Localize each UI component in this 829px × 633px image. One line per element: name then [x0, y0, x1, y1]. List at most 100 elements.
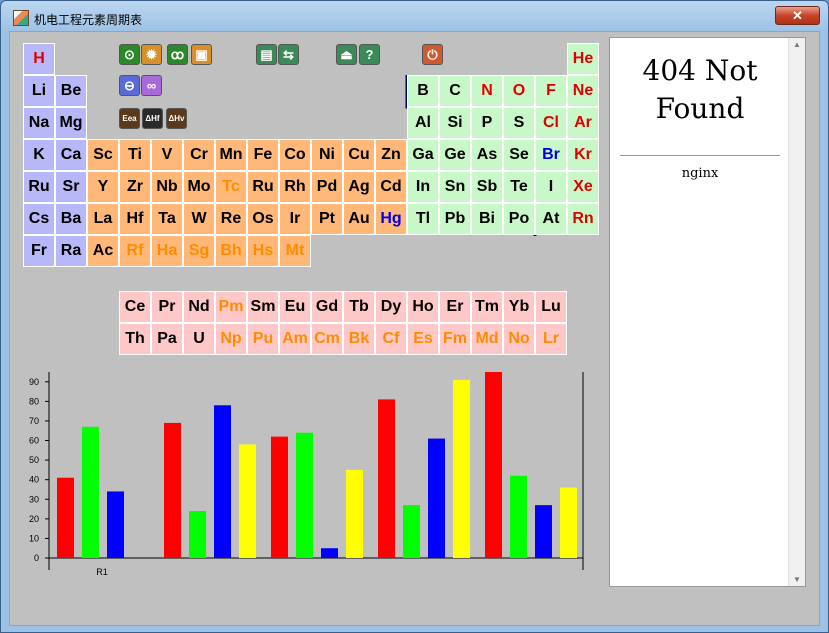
element-er[interactable]: Er: [439, 291, 471, 323]
element-la[interactable]: La: [87, 203, 119, 235]
element-te[interactable]: Te: [503, 171, 535, 203]
element-gd[interactable]: Gd: [311, 291, 343, 323]
element-o[interactable]: O: [503, 75, 535, 107]
element-xe[interactable]: Xe: [567, 171, 599, 203]
element-ce[interactable]: Ce: [119, 291, 151, 323]
scroll-down-arrow[interactable]: ▼: [789, 575, 805, 584]
element-ho[interactable]: Ho: [407, 291, 439, 323]
element-i[interactable]: I: [535, 171, 567, 203]
element-w[interactable]: W: [183, 203, 215, 235]
element-n[interactable]: N: [471, 75, 503, 107]
element-y[interactable]: Y: [87, 171, 119, 203]
element-fm[interactable]: Fm: [439, 323, 471, 355]
element-ne[interactable]: Ne: [567, 75, 599, 107]
element-b[interactable]: B: [407, 75, 439, 107]
delta-hf-icon[interactable]: ΔHf: [142, 108, 163, 129]
element-sm[interactable]: Sm: [247, 291, 279, 323]
scroll-up-arrow[interactable]: ▲: [789, 40, 805, 49]
element-yb[interactable]: Yb: [503, 291, 535, 323]
element-eu[interactable]: Eu: [279, 291, 311, 323]
chain-icon[interactable]: ∞: [141, 75, 162, 96]
eea-icon[interactable]: Eea: [119, 108, 140, 129]
element-ni[interactable]: Ni: [311, 139, 343, 171]
element-bi[interactable]: Bi: [471, 203, 503, 235]
chart-icon[interactable]: ▤: [256, 44, 277, 65]
element-os[interactable]: Os: [247, 203, 279, 235]
element-pb[interactable]: Pb: [439, 203, 471, 235]
element-f[interactable]: F: [535, 75, 567, 107]
element-bh[interactable]: Bh: [215, 235, 247, 267]
element-zr[interactable]: Zr: [119, 171, 151, 203]
element-th[interactable]: Th: [119, 323, 151, 355]
element-tl[interactable]: Tl: [407, 203, 439, 235]
element-at[interactable]: At: [535, 203, 567, 235]
element-ac[interactable]: Ac: [87, 235, 119, 267]
element-hg[interactable]: Hg: [375, 203, 407, 235]
element-cd[interactable]: Cd: [375, 171, 407, 203]
element-be[interactable]: Be: [55, 75, 87, 107]
element-ar[interactable]: Ar: [567, 107, 599, 139]
element-ha[interactable]: Ha: [151, 235, 183, 267]
element-c[interactable]: C: [439, 75, 471, 107]
element-ca[interactable]: Ca: [55, 139, 87, 171]
element-ta[interactable]: Ta: [151, 203, 183, 235]
element-ga[interactable]: Ga: [407, 139, 439, 171]
element-dy[interactable]: Dy: [375, 291, 407, 323]
element-ba[interactable]: Ba: [55, 203, 87, 235]
element-k[interactable]: K: [23, 139, 55, 171]
element-cm[interactable]: Cm: [311, 323, 343, 355]
element-fr[interactable]: Fr: [23, 235, 55, 267]
element-ru[interactable]: Ru: [23, 171, 55, 203]
element-tc[interactable]: Tc: [215, 171, 247, 203]
element-co[interactable]: Co: [279, 139, 311, 171]
element-p[interactable]: P: [471, 107, 503, 139]
element-sn[interactable]: Sn: [439, 171, 471, 203]
element-pd[interactable]: Pd: [311, 171, 343, 203]
element-ag[interactable]: Ag: [343, 171, 375, 203]
element-mg[interactable]: Mg: [55, 107, 87, 139]
element-cr[interactable]: Cr: [183, 139, 215, 171]
element-ru[interactable]: Ru: [247, 171, 279, 203]
element-mo[interactable]: Mo: [183, 171, 215, 203]
element-ra[interactable]: Ra: [55, 235, 87, 267]
element-ti[interactable]: Ti: [119, 139, 151, 171]
element-md[interactable]: Md: [471, 323, 503, 355]
element-fe[interactable]: Fe: [247, 139, 279, 171]
help-icon[interactable]: ?: [359, 44, 380, 65]
element-u[interactable]: U: [183, 323, 215, 355]
element-sc[interactable]: Sc: [87, 139, 119, 171]
element-rn[interactable]: Rn: [567, 203, 599, 235]
element-al[interactable]: Al: [407, 107, 439, 139]
element-am[interactable]: Am: [279, 323, 311, 355]
element-hf[interactable]: Hf: [119, 203, 151, 235]
title-bar[interactable]: 机电工程元素周期表 ✕: [1, 1, 828, 31]
element-pr[interactable]: Pr: [151, 291, 183, 323]
element-sg[interactable]: Sg: [183, 235, 215, 267]
power-icon[interactable]: ⏻: [422, 44, 443, 65]
element-re[interactable]: Re: [215, 203, 247, 235]
element-pa[interactable]: Pa: [151, 323, 183, 355]
element-rf[interactable]: Rf: [119, 235, 151, 267]
element-pt[interactable]: Pt: [311, 203, 343, 235]
element-h[interactable]: H: [23, 43, 55, 75]
element-li[interactable]: Li: [23, 75, 55, 107]
element-mt[interactable]: Mt: [279, 235, 311, 267]
element-na[interactable]: Na: [23, 107, 55, 139]
element-ir[interactable]: Ir: [279, 203, 311, 235]
element-he[interactable]: He: [567, 43, 599, 75]
element-cu[interactable]: Cu: [343, 139, 375, 171]
swap-icon[interactable]: ⇆: [278, 44, 299, 65]
element-au[interactable]: Au: [343, 203, 375, 235]
gear-icon[interactable]: ✹: [141, 44, 162, 65]
element-rh[interactable]: Rh: [279, 171, 311, 203]
element-si[interactable]: Si: [439, 107, 471, 139]
link-icon[interactable]: ⊖: [119, 75, 140, 96]
molecule-icon[interactable]: ꝏ: [167, 44, 188, 65]
square-icon[interactable]: ▣: [191, 44, 212, 65]
element-lr[interactable]: Lr: [535, 323, 567, 355]
element-nb[interactable]: Nb: [151, 171, 183, 203]
element-sr[interactable]: Sr: [55, 171, 87, 203]
element-np[interactable]: Np: [215, 323, 247, 355]
element-bk[interactable]: Bk: [343, 323, 375, 355]
element-cf[interactable]: Cf: [375, 323, 407, 355]
